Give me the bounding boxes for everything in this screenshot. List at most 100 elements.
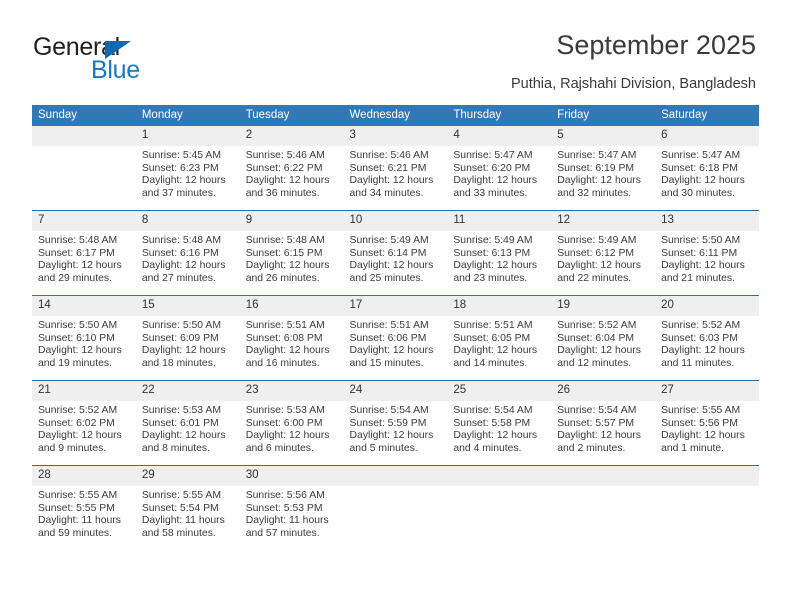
day-cell[interactable]: 9 Sunrise: 5:48 AM Sunset: 6:15 PM Daylight… bbox=[239, 210, 344, 296]
day-cell[interactable]: 17 Sunrise: 5:51 AM Sunset: 6:06 PM Dayligh… bbox=[343, 295, 448, 381]
day-cell[interactable]: 4 Sunrise: 5:47 AM Sunset: 6:20 PM Daylight… bbox=[447, 126, 552, 211]
daylight-text-line2: and 33 minutes. bbox=[453, 187, 528, 199]
sunrise-text: Sunrise: 5:50 AM bbox=[38, 320, 118, 331]
day-details: Sunrise: 5:48 AM Sunset: 6:17 PM Daylight:… bbox=[32, 231, 136, 285]
day-number: 1 bbox=[135, 126, 240, 146]
day-cell[interactable] bbox=[655, 465, 759, 550]
sunset-text: Sunset: 6:08 PM bbox=[245, 332, 323, 344]
day-cell[interactable] bbox=[551, 465, 656, 550]
day-details: Sunrise: 5:54 AM Sunset: 5:58 PM Daylight:… bbox=[447, 401, 551, 455]
daylight-text-line1: Daylight: 12 hours bbox=[38, 260, 122, 272]
sunset-text: Sunset: 6:05 PM bbox=[453, 332, 531, 344]
day-cell[interactable]: 21 Sunrise: 5:52 AM Sunset: 6:02 PM Dayligh… bbox=[32, 380, 136, 466]
daylight-text-line2: and 34 minutes. bbox=[349, 187, 424, 199]
day-cell[interactable] bbox=[343, 465, 448, 550]
day-number: 21 bbox=[32, 381, 136, 401]
daylight-text-line1: Daylight: 12 hours bbox=[557, 260, 641, 272]
daylight-text-line1: Daylight: 12 hours bbox=[38, 345, 122, 357]
day-cell[interactable]: 13 Sunrise: 5:50 AM Sunset: 6:11 PM Dayligh… bbox=[655, 210, 759, 296]
day-cell[interactable]: 20 Sunrise: 5:52 AM Sunset: 6:03 PM Dayligh… bbox=[655, 295, 759, 381]
day-cell[interactable]: 2 Sunrise: 5:46 AM Sunset: 6:22 PM Daylight… bbox=[239, 126, 344, 211]
sunrise-text: Sunrise: 5:47 AM bbox=[557, 150, 637, 161]
day-number: 30 bbox=[239, 466, 344, 486]
sunrise-text: Sunrise: 5:56 AM bbox=[245, 490, 325, 501]
day-cell[interactable]: 11 Sunrise: 5:49 AM Sunset: 6:13 PM Dayligh… bbox=[447, 210, 552, 296]
daylight-text-line2: and 58 minutes. bbox=[141, 527, 216, 539]
sunset-text: Sunset: 6:11 PM bbox=[661, 247, 738, 259]
day-cell[interactable]: 19 Sunrise: 5:52 AM Sunset: 6:04 PM Dayligh… bbox=[551, 295, 656, 381]
day-number: 29 bbox=[135, 466, 240, 486]
sunset-text: Sunset: 5:55 PM bbox=[38, 502, 115, 514]
day-cell[interactable]: 12 Sunrise: 5:49 AM Sunset: 6:12 PM Dayligh… bbox=[551, 210, 656, 296]
daylight-text-line1: Daylight: 12 hours bbox=[661, 430, 745, 442]
day-cell[interactable]: 27 Sunrise: 5:55 AM Sunset: 5:56 PM Dayligh… bbox=[655, 380, 759, 466]
day-number: 19 bbox=[551, 296, 656, 316]
sunrise-text: Sunrise: 5:51 AM bbox=[349, 320, 429, 331]
daylight-text-line1: Daylight: 12 hours bbox=[661, 175, 745, 187]
daylight-text-line2: and 5 minutes. bbox=[349, 442, 418, 454]
weekday-header-thursday: Thursday bbox=[447, 105, 552, 126]
sunset-text: Sunset: 6:18 PM bbox=[661, 162, 738, 174]
day-cell[interactable]: 25 Sunrise: 5:54 AM Sunset: 5:58 PM Dayligh… bbox=[447, 380, 552, 466]
day-number: 2 bbox=[239, 126, 344, 146]
daylight-text-line2: and 4 minutes. bbox=[453, 442, 522, 454]
daylight-text-line2: and 22 minutes. bbox=[557, 272, 632, 284]
sunset-text: Sunset: 6:06 PM bbox=[349, 332, 427, 344]
daylight-text-line2: and 1 minute. bbox=[661, 442, 725, 454]
day-details: Sunrise: 5:49 AM Sunset: 6:12 PM Daylight:… bbox=[551, 231, 655, 285]
day-details: Sunrise: 5:47 AM Sunset: 6:18 PM Daylight:… bbox=[655, 146, 759, 200]
day-cell[interactable]: 14 Sunrise: 5:50 AM Sunset: 6:10 PM Dayligh… bbox=[32, 295, 136, 381]
day-details bbox=[551, 486, 655, 490]
daylight-text-line2: and 32 minutes. bbox=[557, 187, 632, 199]
sunrise-text: Sunrise: 5:52 AM bbox=[557, 320, 637, 331]
day-cell[interactable]: 5 Sunrise: 5:47 AM Sunset: 6:19 PM Daylight… bbox=[551, 126, 656, 211]
day-cell[interactable]: 10 Sunrise: 5:49 AM Sunset: 6:14 PM Dayligh… bbox=[343, 210, 448, 296]
daylight-text-line2: and 8 minutes. bbox=[141, 442, 211, 454]
sunrise-text: Sunrise: 5:53 AM bbox=[245, 405, 325, 416]
sunset-text: Sunset: 6:00 PM bbox=[245, 417, 323, 429]
day-cell[interactable]: 3 Sunrise: 5:46 AM Sunset: 6:21 PM Daylight… bbox=[343, 126, 448, 211]
day-cell[interactable] bbox=[32, 126, 136, 211]
day-cell[interactable]: 6 Sunrise: 5:47 AM Sunset: 6:18 PM Daylight… bbox=[655, 126, 759, 211]
day-number bbox=[343, 466, 448, 486]
day-details: Sunrise: 5:53 AM Sunset: 6:01 PM Daylight:… bbox=[136, 401, 240, 455]
day-cell[interactable]: 22 Sunrise: 5:53 AM Sunset: 6:01 PM Dayligh… bbox=[135, 380, 240, 466]
daylight-text-line2: and 11 minutes. bbox=[661, 357, 735, 369]
day-cell[interactable]: 8 Sunrise: 5:48 AM Sunset: 6:16 PM Daylight… bbox=[135, 210, 240, 296]
daylight-text-line1: Daylight: 12 hours bbox=[349, 260, 434, 272]
page-header: General Blue September 2025 Puthia, Rajs… bbox=[0, 0, 792, 100]
sunrise-text: Sunrise: 5:49 AM bbox=[349, 235, 429, 246]
daylight-text-line2: and 6 minutes. bbox=[245, 442, 314, 454]
day-details: Sunrise: 5:46 AM Sunset: 6:21 PM Daylight:… bbox=[344, 146, 448, 200]
day-cell[interactable]: 1 Sunrise: 5:45 AM Sunset: 6:23 PM Daylight… bbox=[135, 126, 240, 211]
day-cell[interactable]: 7 Sunrise: 5:48 AM Sunset: 6:17 PM Daylight… bbox=[32, 210, 136, 296]
day-number: 25 bbox=[447, 381, 552, 401]
sunrise-text: Sunrise: 5:53 AM bbox=[141, 405, 221, 416]
day-cell[interactable]: 24 Sunrise: 5:54 AM Sunset: 5:59 PM Dayligh… bbox=[343, 380, 448, 466]
general-blue-logo: General Blue bbox=[33, 33, 173, 85]
day-details: Sunrise: 5:47 AM Sunset: 6:20 PM Daylight:… bbox=[447, 146, 551, 200]
daylight-text-line1: Daylight: 12 hours bbox=[141, 260, 226, 272]
sunset-text: Sunset: 6:12 PM bbox=[557, 247, 635, 259]
day-cell[interactable]: 18 Sunrise: 5:51 AM Sunset: 6:05 PM Dayligh… bbox=[447, 295, 552, 381]
day-cell[interactable]: 23 Sunrise: 5:53 AM Sunset: 6:00 PM Dayligh… bbox=[239, 380, 344, 466]
day-number: 13 bbox=[655, 211, 759, 231]
sunrise-text: Sunrise: 5:46 AM bbox=[245, 150, 325, 161]
sunset-text: Sunset: 5:56 PM bbox=[661, 417, 738, 429]
day-cell[interactable]: 26 Sunrise: 5:54 AM Sunset: 5:57 PM Dayligh… bbox=[551, 380, 656, 466]
daylight-text-line2: and 12 minutes. bbox=[557, 357, 632, 369]
logo-text-blue: Blue bbox=[91, 56, 140, 84]
day-cell[interactable]: 28 Sunrise: 5:55 AM Sunset: 5:55 PM Dayligh… bbox=[32, 465, 136, 550]
sunrise-text: Sunrise: 5:52 AM bbox=[38, 405, 118, 416]
day-cell[interactable]: 16 Sunrise: 5:51 AM Sunset: 6:08 PM Dayligh… bbox=[239, 295, 344, 381]
daylight-text-line1: Daylight: 12 hours bbox=[349, 430, 434, 442]
sunrise-text: Sunrise: 5:54 AM bbox=[453, 405, 533, 416]
day-details: Sunrise: 5:49 AM Sunset: 6:14 PM Daylight:… bbox=[344, 231, 448, 285]
day-cell[interactable] bbox=[447, 465, 552, 550]
day-cell[interactable]: 15 Sunrise: 5:50 AM Sunset: 6:09 PM Dayligh… bbox=[135, 295, 240, 381]
day-number: 16 bbox=[239, 296, 344, 316]
daylight-text-line1: Daylight: 12 hours bbox=[557, 430, 641, 442]
daylight-text-line2: and 16 minutes. bbox=[245, 357, 320, 369]
day-cell[interactable]: 29 Sunrise: 5:55 AM Sunset: 5:54 PM Dayligh… bbox=[135, 465, 240, 550]
day-cell[interactable]: 30 Sunrise: 5:56 AM Sunset: 5:53 PM Dayligh… bbox=[239, 465, 344, 550]
